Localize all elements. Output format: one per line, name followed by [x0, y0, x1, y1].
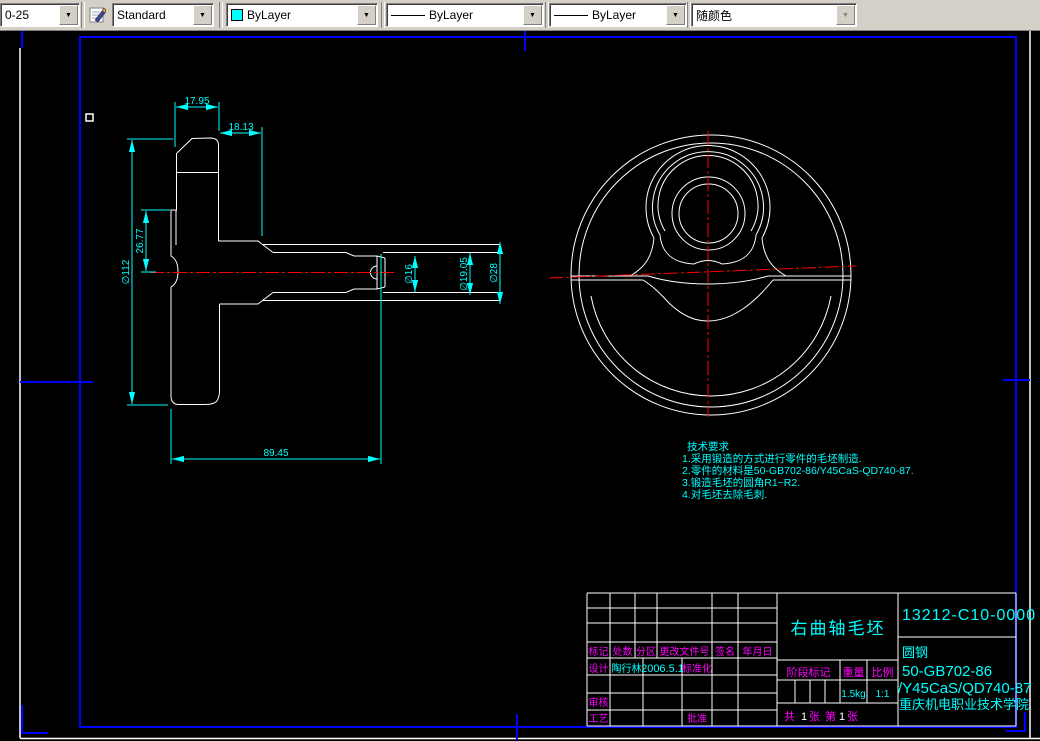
- header-zone: 分区: [636, 646, 656, 658]
- dim-style-value: 0-25: [5, 8, 30, 22]
- material-standard: 50-GB702-86: [902, 663, 992, 680]
- selection-grip[interactable]: [85, 113, 94, 122]
- plot-style-combo: 随颜色 ▼: [691, 3, 857, 27]
- text-style-icon: [89, 7, 107, 22]
- header-change-doc: 更改文件号: [660, 645, 710, 658]
- linetype-control-combo[interactable]: ByLayer ▼: [386, 3, 544, 27]
- material-grade: /Y45CaS/QD740-87: [898, 680, 1031, 697]
- process-label: 工艺: [589, 713, 609, 725]
- toolbar-separator: [219, 2, 223, 28]
- properties-toolbar: 0-25 ▼ Standard ▼ ByLayer ▼ ByLayer ▼ By…: [0, 0, 1040, 31]
- paper-edge-lines: [19, 30, 1040, 740]
- tech-requirements-title: 技术要求: [687, 440, 729, 453]
- review-label: 审核: [589, 696, 609, 709]
- color-control-combo[interactable]: ByLayer ▼: [226, 3, 378, 27]
- weight-value: 1.5kg: [841, 689, 865, 700]
- lineweight-control-combo[interactable]: ByLayer ▼: [549, 3, 687, 27]
- toolbar-separator: [81, 2, 85, 28]
- text-style-button[interactable]: [86, 3, 110, 26]
- chevron-down-icon[interactable]: ▼: [193, 5, 212, 25]
- header-date: 年月日: [743, 645, 773, 658]
- drawing-svg[interactable]: 17.95 18.13 26.77 ∅112 89.45 ∅16 ∅19.05 …: [0, 0, 1040, 741]
- dim-overall-length: 89.45: [263, 448, 288, 459]
- centerlines: [150, 131, 857, 417]
- linetype-sample-icon: [391, 14, 425, 16]
- plot-style-value: 随颜色: [696, 8, 733, 23]
- dim-web-offset: 26.77: [135, 228, 146, 253]
- standardization-label: 标准化: [682, 662, 712, 675]
- chevron-down-icon[interactable]: ▼: [666, 5, 685, 25]
- designer-name: 陶行林: [612, 662, 642, 675]
- scale-label: 比例: [872, 665, 894, 679]
- dim-spigot-diameter: ∅16: [404, 264, 415, 284]
- linetype-value: ByLayer: [429, 8, 474, 22]
- dim-journal-diameter: ∅19.05: [459, 257, 470, 291]
- dim-collar-diameter: ∅28: [489, 263, 500, 283]
- toolbar-separator: [381, 2, 385, 28]
- organization-name: 重庆机电职业技术学院: [899, 697, 1029, 712]
- dim-collar-width: 18.13: [228, 122, 253, 133]
- tech-requirement-item: 3.锻造毛坯的圆角R1~R2.: [682, 476, 800, 489]
- design-date: 2006.5.1: [641, 663, 684, 675]
- tech-requirement-item: 4.对毛坯去除毛刺.: [682, 488, 767, 501]
- chevron-down-icon: ▼: [836, 5, 855, 25]
- approve-label: 批准: [687, 712, 707, 725]
- text-style-combo[interactable]: Standard ▼: [112, 3, 214, 27]
- tech-requirement-item: 1.采用锻造的方式进行零件的毛坯制造.: [682, 452, 862, 465]
- cad-application-window: 17.95 18.13 26.77 ∅112 89.45 ∅16 ∅19.05 …: [0, 0, 1040, 741]
- dim-style-combo[interactable]: 0-25 ▼: [0, 3, 80, 27]
- dimension-lines: [127, 102, 504, 464]
- design-label: 设计: [589, 662, 609, 675]
- chevron-down-icon[interactable]: ▼: [357, 5, 376, 25]
- chevron-down-icon[interactable]: ▼: [59, 5, 78, 25]
- lineweight-value: ByLayer: [592, 8, 637, 22]
- header-count: 处数: [613, 645, 633, 658]
- title-block-texts: 右曲轴毛坯 13212-C10-0000 圆钢 50-GB702-86 /Y45…: [589, 607, 1036, 725]
- header-mark: 标记: [589, 646, 609, 658]
- color-swatch-icon: [231, 9, 243, 21]
- dim-width-top-lobe: 17.95: [184, 96, 209, 107]
- header-signature: 签名: [715, 645, 735, 658]
- dim-web-diameter: ∅112: [121, 259, 132, 284]
- stage-mark-label: 阶段标记: [787, 665, 831, 679]
- drawing-canvas[interactable]: 17.95 18.13 26.77 ∅112 89.45 ∅16 ∅19.05 …: [0, 0, 1040, 741]
- material-type: 圆钢: [902, 645, 928, 660]
- drawing-number: 13212-C10-0000: [902, 607, 1036, 624]
- side-view-geometry: [170, 137, 500, 405]
- tech-requirements: 技术要求 1.采用锻造的方式进行零件的毛坯制造. 2.零件的材料是50-GB70…: [682, 440, 914, 501]
- part-name: 右曲轴毛坯: [791, 619, 886, 638]
- scale-value: 1:1: [876, 689, 890, 700]
- lineweight-sample-icon: [554, 14, 588, 16]
- color-value: ByLayer: [247, 8, 292, 22]
- text-style-value: Standard: [117, 8, 166, 22]
- weight-label: 重量: [843, 665, 865, 679]
- sheet-count-row: 共 1 张 第 1 张: [784, 709, 858, 723]
- tech-requirement-item: 2.零件的材料是50-GB702-86/Y45CaS-QD740-87.: [682, 464, 914, 477]
- chevron-down-icon[interactable]: ▼: [523, 5, 542, 25]
